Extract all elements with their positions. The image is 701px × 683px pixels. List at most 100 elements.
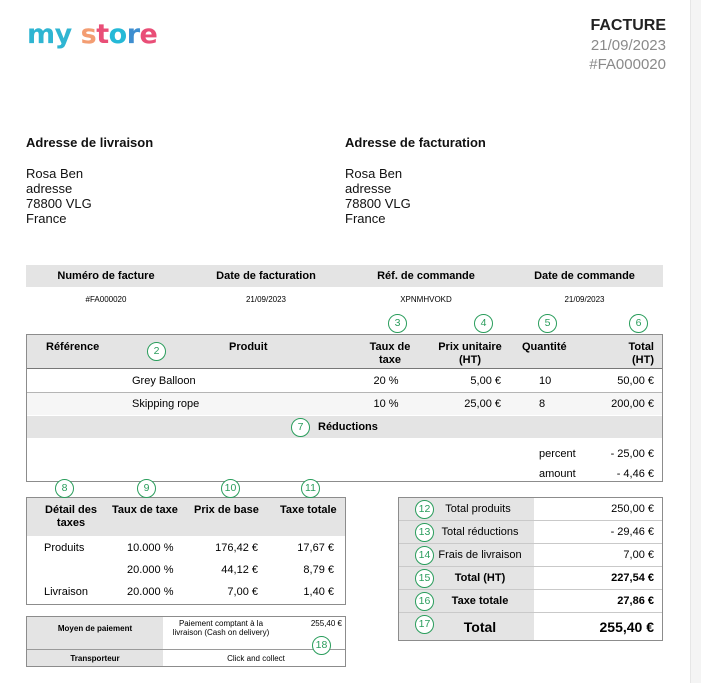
tax-row-total: 17,67 € [297,542,334,554]
delivery-address-title: Adresse de livraison [26,135,154,150]
total-ht-label: Total (HT) [454,572,506,584]
tax-row-rate: 20.000 % [127,586,174,598]
billing-name: Rosa Ben [345,166,403,181]
row-divider [399,612,662,613]
logo-letter: m [27,19,55,50]
total-products-value: 250,00 € [611,503,654,515]
billing-address-title: Adresse de facturation [345,135,486,150]
col-header-total: Total (HT) [628,341,654,366]
annotation-badge-6: 6 [629,314,648,333]
logo-letter: t [96,19,109,50]
info-header-order-ref: Réf. de commande [377,270,475,282]
tax-row-total: 8,79 € [303,564,334,576]
payment-amount: 255,40 € [310,619,342,628]
payment-method-value: Paiement comptant à la livraison (Cash o… [172,619,270,637]
grand-total-value: 255,40 € [599,619,655,635]
delivery-address: Adresse de livraison Rosa Ben adresse 78… [26,135,153,226]
delivery-name: Rosa Ben [26,166,84,181]
annotation-badge-18: 18 [312,636,331,655]
total-reductions-label: Total réductions [441,526,519,538]
row-divider [399,566,662,567]
tax-row-detail: Livraison [44,586,89,598]
store-logo: my store [27,19,158,50]
annotation-badge-5: 5 [538,314,557,333]
annotation-badge-15: 15 [415,569,434,588]
invoice-title-block: FACTURE 21/09/2023 #FA000020 [589,16,666,74]
tax-row-rate: 10.000 % [127,542,174,554]
tax-row-detail: Produits [44,542,85,554]
tax-row-rate: 20.000 % [127,564,174,576]
row-divider [399,543,662,544]
delivery-country: France [26,211,67,226]
carrier-label: Transporteur [70,654,120,663]
total-reductions-value: - 29,46 € [610,526,654,538]
annotation-badge-11: 11 [301,479,320,498]
info-invoice-date: 21/09/2023 [245,295,287,304]
reductions-title: Réductions [318,421,378,433]
invoice-date: 21/09/2023 [590,37,666,54]
annotation-badge-16: 16 [415,592,434,611]
row-divider [399,589,662,590]
row-unit-price: 5,00 € [470,375,501,387]
annotation-badge-17: 17 [415,615,434,634]
row-quantity: 8 [539,398,546,410]
shipping-fees-label: Frais de livraison [438,549,522,561]
invoice-label: FACTURE [590,17,666,34]
row-product: Skipping rope [132,398,200,410]
row-tax-rate: 20 % [373,375,399,387]
tax-row-total: 1,40 € [303,586,334,598]
reduction-value: - 4,46 € [616,468,654,480]
info-header-invoice-date: Date de facturation [216,270,316,282]
info-header-invoice-number: Numéro de facture [57,270,155,282]
tax-header-detail: Détail des taxes [45,504,97,529]
row-quantity: 10 [539,375,552,387]
tax-header-rate: Taux de taxe [112,504,178,516]
payment-method-label: Moyen de paiement [57,624,133,633]
billing-country: France [345,211,386,226]
row-total: 50,00 € [617,375,654,387]
info-order-date: 21/09/2023 [564,295,605,304]
row-total: 200,00 € [611,398,654,410]
tax-row-base: 44,12 € [221,564,258,576]
total-tax-value: 27,86 € [617,595,654,607]
tax-header-base: Prix de base [194,504,259,516]
annotation-badge-12: 12 [415,500,434,519]
total-tax-label: Taxe totale [451,595,509,607]
reduction-name: percent [539,448,576,460]
row-unit-price: 25,00 € [464,398,501,410]
annotation-badge-3: 3 [388,314,407,333]
info-header-order-date: Date de commande [534,270,635,282]
tax-row-base: 7,00 € [227,586,258,598]
logo-letter [72,20,81,50]
annotation-badge-10: 10 [221,479,240,498]
info-invoice-number: #FA000020 [85,295,127,304]
table-row: Skipping rope 10 % 25,00 € 8 200,00 € [27,393,662,415]
annotation-badge-7: 7 [291,418,310,437]
logo-letter: r [126,19,140,50]
info-order-ref: XPNMHVOKD [400,295,452,304]
delivery-city: 78800 VLG [26,196,92,211]
reduction-value: - 25,00 € [610,448,654,460]
annotation-badge-2: 2 [147,342,166,361]
payment-divider [27,649,345,650]
logo-letter: s [80,19,97,50]
col-header-product: Produit [229,341,268,353]
tax-header-total: Taxe totale [280,504,337,516]
shipping-fees-value: 7,00 € [623,549,654,561]
total-products-label: Total produits [445,503,511,515]
col-header-unit-price: Prix unitaire (HT) [438,341,502,366]
row-product: Grey Balloon [132,375,196,387]
annotation-badge-4: 4 [474,314,493,333]
tax-row-base: 176,42 € [215,542,258,554]
total-ht-value: 227,54 € [611,572,654,584]
reduction-name: amount [539,468,576,480]
col-header-tax-rate: Taux de taxe [369,341,411,366]
carrier-value: Click and collect [227,654,285,663]
page-scrollbar-gutter [690,0,701,683]
annotation-badge-14: 14 [415,546,434,565]
col-header-reference: Référence [46,341,100,353]
product-table-header [27,335,662,369]
logo-letter: o [108,19,128,50]
row-tax-rate: 10 % [373,398,399,410]
billing-city: 78800 VLG [345,196,411,211]
